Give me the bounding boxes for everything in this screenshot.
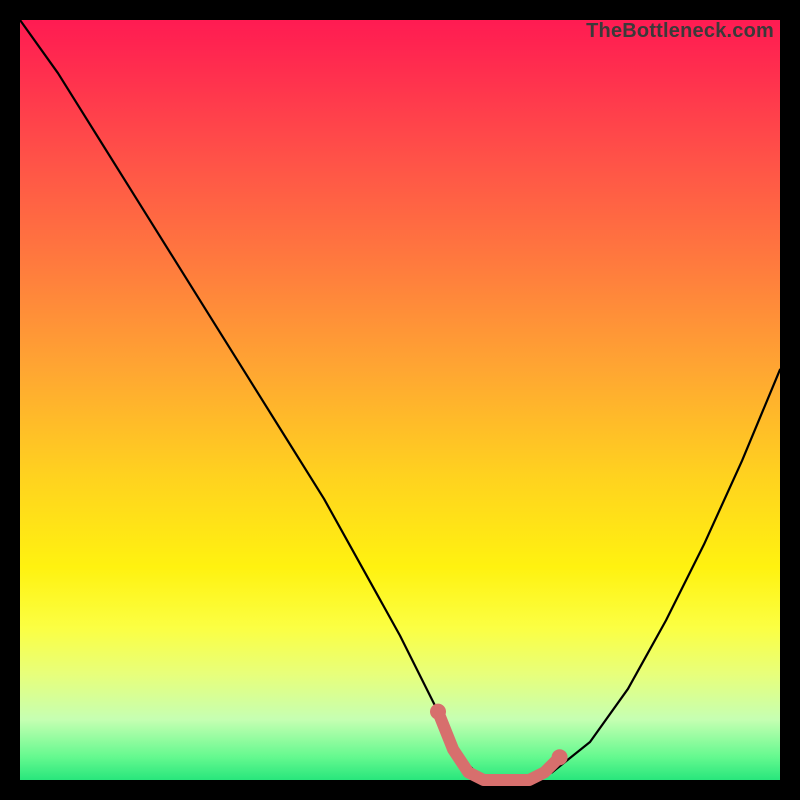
chart-svg <box>20 20 780 780</box>
dot-anchor-right <box>552 749 568 765</box>
dot-anchor-left <box>430 704 446 720</box>
bottleneck-curve <box>20 20 780 780</box>
flat-highlight <box>438 712 560 780</box>
chart-frame: TheBottleneck.com <box>20 20 780 780</box>
